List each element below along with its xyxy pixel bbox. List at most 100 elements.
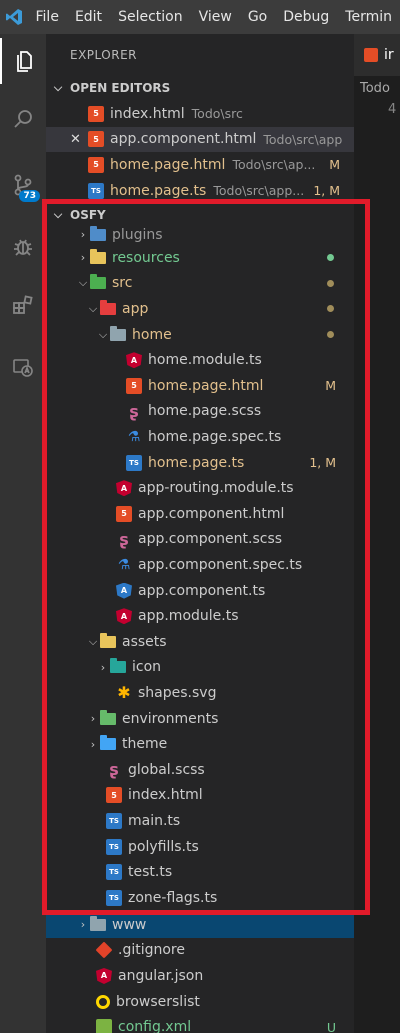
tree-file[interactable]: A app-routing.module.ts (46, 475, 354, 501)
tree-file[interactable]: A app.module.ts (46, 603, 354, 629)
tree-item-name: src (112, 275, 133, 292)
tree-file[interactable]: .gitignore (46, 938, 354, 964)
tree-folder[interactable]: ⌵ app (46, 296, 354, 322)
extensions-activity-button[interactable] (0, 282, 46, 328)
debug-activity-button[interactable] (0, 224, 46, 270)
tree-item-name: app.module.ts (138, 608, 239, 625)
menu-go[interactable]: Go (240, 9, 275, 25)
typescript-file-icon: TS (106, 838, 122, 855)
problems-badge: 1, M (313, 183, 340, 199)
tree-item-name: app.component.html (138, 505, 285, 522)
typescript-file-icon: TS (88, 182, 104, 199)
tree-file[interactable]: 5 app.component.html (46, 501, 354, 527)
open-editors-header[interactable]: ⌵ OPEN EDITORS (46, 76, 354, 100)
open-editor-item[interactable]: ✕ 5 app.component.html Todo\src\app (46, 126, 354, 153)
tree-item-name: global.scss (128, 761, 205, 778)
tree-file[interactable]: A app.component.ts (46, 578, 354, 604)
tree-item-name: zone-flags.ts (128, 889, 218, 906)
tree-file[interactable]: ✱ shapes.svg (46, 680, 354, 706)
editor-area: ir Todo 4 (354, 34, 400, 1033)
html-file-icon (364, 48, 378, 62)
breadcrumb[interactable]: Todo (354, 76, 400, 102)
menu-file[interactable]: File (28, 9, 67, 25)
menu-view[interactable]: View (191, 9, 240, 25)
tree-file[interactable]: TS test.ts (46, 859, 354, 885)
tree-item-name: plugins (112, 226, 163, 243)
activity-bar: 73 (0, 34, 46, 1033)
open-editor-item[interactable]: 5 index.html Todo\src (46, 101, 354, 127)
remote-explorer-icon (13, 359, 33, 377)
html-file-icon: 5 (116, 505, 132, 522)
tree-file[interactable]: TS home.page.ts 1, M (46, 450, 354, 476)
untracked-dot (327, 254, 334, 262)
tree-item-name: angular.json (118, 967, 204, 984)
tree-file[interactable]: config.xml U (46, 1014, 354, 1033)
menu-terminal[interactable]: Termin (337, 9, 400, 25)
xml-file-icon (96, 1019, 112, 1033)
tree-file[interactable]: ⚗ home.page.spec.ts (46, 424, 354, 450)
editor-tab[interactable]: ir (354, 34, 400, 76)
menu-debug[interactable]: Debug (275, 9, 337, 25)
typescript-file-icon: TS (106, 889, 122, 906)
tree-item-name: app.component.ts (138, 582, 266, 599)
sass-file-icon: ʂ (119, 529, 129, 549)
angular-file-icon: A (116, 608, 132, 625)
tree-item-name: app-routing.module.ts (138, 480, 294, 497)
folder-open-icon (110, 325, 126, 343)
tree-item-name: config.xml (118, 1019, 192, 1033)
modified-dot (327, 305, 334, 313)
tree-file[interactable]: A angular.json (46, 963, 354, 989)
open-editor-item[interactable]: TS home.page.ts Todo\src\app... 1, M (46, 178, 354, 204)
tree-folder[interactable]: › plugins (46, 222, 354, 248)
open-editors-title: OPEN EDITORS (70, 81, 171, 95)
tree-file[interactable]: ʂ global.scss (46, 757, 354, 783)
debug-icon (14, 239, 32, 256)
close-icon[interactable]: ✕ (70, 132, 88, 147)
open-editor-item[interactable]: 5 home.page.html Todo\src\ap... M (46, 152, 354, 178)
tree-file[interactable]: ⚗ app.component.spec.ts (46, 552, 354, 578)
tree-item-name: home.page.scss (148, 403, 262, 420)
tree-item-name: polyfills.ts (128, 838, 199, 855)
svg-file-icon: ✱ (117, 683, 131, 703)
chevron-down-icon: ⌵ (88, 634, 98, 648)
tree-file[interactable]: TS zone-flags.ts (46, 885, 354, 911)
untracked-badge: U (326, 1019, 336, 1033)
open-editor-name: home.page.ts (110, 182, 207, 199)
tree-folder[interactable]: › environments (46, 706, 354, 732)
tree-item-name: icon (132, 659, 162, 676)
tree-file[interactable]: browserslist (46, 989, 354, 1015)
tree-item-name: assets (122, 633, 167, 650)
tree-item-name: index.html (128, 787, 203, 804)
tree-folder[interactable]: ⌵ assets (46, 629, 354, 655)
menu-bar: File Edit Selection View Go Debug Termin (0, 0, 400, 34)
line-number: 4 (388, 102, 397, 117)
angular-file-icon: A (126, 352, 142, 369)
tree-file[interactable]: ʂ app.component.scss (46, 527, 354, 553)
html-file-icon: 5 (88, 156, 104, 173)
chevron-right-icon: › (90, 712, 96, 726)
search-activity-button[interactable] (0, 96, 46, 142)
tree-file[interactable]: A home.module.ts (46, 347, 354, 373)
explorer-activity-button[interactable] (0, 38, 46, 84)
tree-folder[interactable]: ⌵ src (46, 271, 354, 297)
tree-folder[interactable]: › theme (46, 731, 354, 757)
tree-folder[interactable]: › www (46, 912, 354, 938)
tree-file[interactable]: 5 home.page.html M (46, 373, 354, 399)
tree-folder[interactable]: ⌵ home (46, 322, 354, 348)
modified-badge: M (325, 378, 336, 394)
tree-file[interactable]: TS polyfills.ts (46, 834, 354, 860)
git-file-icon (95, 941, 113, 959)
app-folder-icon (100, 299, 116, 317)
chevron-right-icon: › (80, 918, 86, 932)
menu-edit[interactable]: Edit (67, 9, 110, 25)
tree-file[interactable]: TS main.ts (46, 808, 354, 834)
source-control-activity-button[interactable]: 73 (0, 162, 46, 208)
tree-file[interactable]: 5 index.html (46, 783, 354, 809)
tree-folder[interactable]: › icon (46, 655, 354, 681)
project-title: OSFY (70, 208, 106, 222)
menu-selection[interactable]: Selection (110, 9, 191, 25)
tree-file[interactable]: ʂ home.page.scss (46, 399, 354, 425)
remote-explorer-activity-button[interactable] (0, 344, 46, 390)
problems-badge: 1, M (309, 455, 336, 471)
tree-folder[interactable]: › resources (46, 245, 354, 271)
